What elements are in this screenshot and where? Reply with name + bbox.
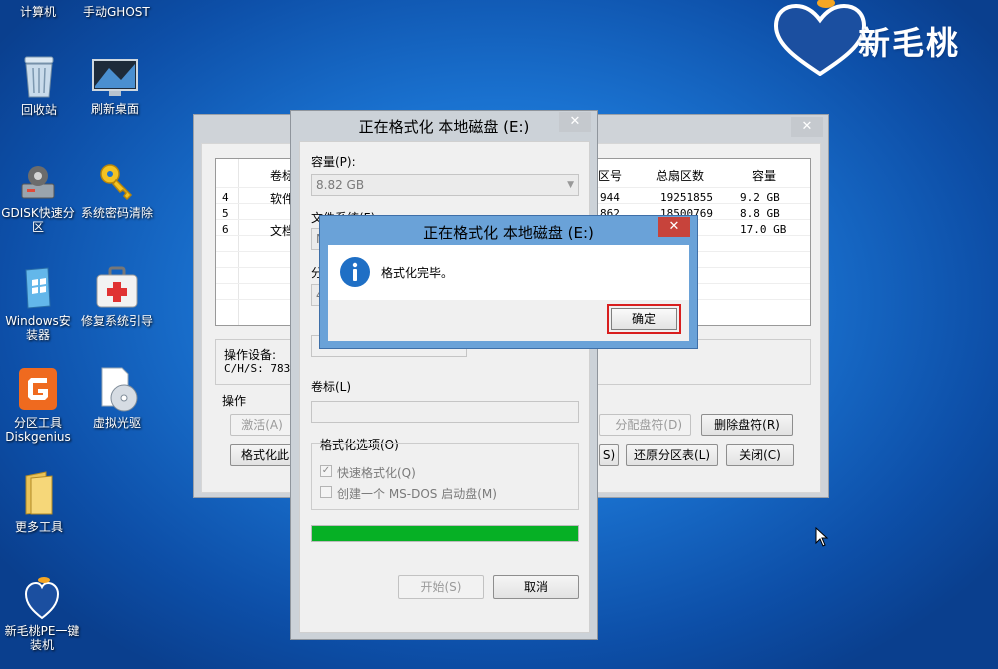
windows-installer-icon — [25, 267, 51, 309]
start-button[interactable]: 开始(S) — [398, 575, 484, 599]
desktop-icon-password-clear[interactable]: 系统密码清除 — [76, 162, 158, 220]
desktop-icon-label: 新毛桃PE一键装机 — [4, 624, 80, 652]
device-label: 操作设备: — [224, 348, 277, 362]
gdisk-icon — [21, 166, 55, 199]
quick-format-checkbox[interactable]: ✓ — [320, 465, 332, 477]
key-icon — [100, 164, 133, 201]
format-dialog-title: 正在格式化 本地磁盘 (E:) — [358, 118, 530, 136]
mouse-cursor-icon — [815, 527, 829, 547]
restore-partition-table-button[interactable]: 还原分区表(L) — [626, 444, 718, 466]
delete-letter-button[interactable]: 删除盘符(R) — [701, 414, 793, 436]
desktop-icon-virtual-drive[interactable]: 虚拟光驱 — [76, 366, 158, 430]
row-number: 6 — [222, 223, 229, 236]
brand-name: 新毛桃 — [858, 24, 961, 62]
close-button[interactable]: 关闭(C) — [726, 444, 794, 466]
chevron-down-icon: ▼ — [567, 180, 574, 190]
virtual-disc-icon — [101, 367, 138, 412]
operations-label: 操作 — [222, 394, 247, 408]
desktop-icon-refresh-desktop[interactable]: 刷新桌面 — [76, 58, 154, 116]
chs-text: C/H/S: 7832 — [224, 362, 297, 375]
desktop-icon-label: Windows安装器 — [5, 314, 71, 342]
capacity-label: 容量(P): — [311, 155, 356, 169]
column-header-sector: 区号 — [598, 169, 623, 183]
assign-letter-button[interactable]: 分配盘符(D) — [599, 414, 691, 436]
desktop-icon-label: 回收站 — [20, 103, 57, 117]
cancel-button[interactable]: 取消 — [493, 575, 579, 599]
message-box-title: 正在格式化 本地磁盘 (E:) — [423, 224, 594, 242]
message-text: 格式化完毕。 — [381, 266, 454, 280]
msdos-checkbox[interactable] — [320, 486, 332, 498]
desktop-icon-label: 虚拟光驱 — [92, 416, 141, 430]
message-area: 格式化完毕。 — [328, 245, 689, 300]
desktop-icon-label: 分区工具Diskgenius — [5, 416, 71, 444]
partition-window-close-button[interactable]: ✕ — [791, 117, 823, 137]
format-progress-bar — [311, 525, 579, 542]
desktop-icon-label: 修复系统引导 — [80, 314, 153, 328]
row-size: 17.0 GB — [740, 223, 787, 236]
desktop-icon-more-tools[interactable]: 更多工具 — [0, 470, 78, 534]
row-size: 9.2 GB — [740, 191, 780, 204]
desktop-icon-label: 系统密码清除 — [80, 206, 153, 220]
row-sector: 944 — [600, 191, 620, 204]
ok-button[interactable]: 确定 — [611, 308, 677, 330]
desktop-icon-label: 刷新桌面 — [90, 102, 139, 116]
capacity-select[interactable]: 8.82 GB ▼ — [311, 174, 579, 196]
peach-logo-icon — [24, 577, 60, 620]
msdos-label: 创建一个 MS-DOS 启动盘(M) — [337, 487, 497, 501]
row-number: 4 — [222, 191, 229, 204]
quick-format-label: 快速格式化(Q) — [337, 466, 416, 480]
capacity-value: 8.82 GB — [316, 178, 365, 192]
monitor-refresh-icon — [92, 59, 138, 96]
format-dialog: 正在格式化 本地磁盘 (E:) ✕ 容量(P): 8.82 GB ▼ 文件系统(… — [290, 110, 598, 640]
column-header-size: 容量 — [752, 169, 777, 183]
desktop-icon-label: GDISK快速分区 — [1, 206, 75, 234]
row-total: 19251855 — [660, 191, 713, 204]
format-options-group: ✓ 快速格式化(Q) 创建一个 MS-DOS 启动盘(M) — [311, 443, 579, 510]
message-box-body: 格式化完毕。 确定 — [328, 245, 689, 341]
desktop-icon-windows-installer[interactable]: Windows安装器 — [0, 266, 76, 342]
volume-label: 卷标(L) — [311, 380, 352, 394]
row-number: 5 — [222, 207, 229, 220]
message-box-close-button[interactable]: ✕ — [658, 217, 690, 237]
recycle-bin-icon — [24, 56, 54, 98]
format-dialog-close-button[interactable]: ✕ — [559, 112, 591, 132]
desktop-icon-recycle-bin[interactable]: 回收站 — [0, 55, 78, 117]
format-complete-message-box: 正在格式化 本地磁盘 (E:) ✕ 格式化完毕。 确定 — [319, 215, 698, 349]
progress-fill — [312, 526, 578, 541]
partial-button[interactable]: S) — [599, 444, 619, 466]
column-header-total-sectors: 总扇区数 — [656, 169, 705, 183]
desktop-icon-gdisk[interactable]: GDISK快速分区 — [0, 162, 76, 234]
desktop-icon-repair-boot[interactable]: 修复系统引导 — [76, 266, 158, 328]
row-size: 8.8 GB — [740, 207, 780, 220]
desktop-label-manual-ghost[interactable]: 手动GHOST — [83, 3, 150, 20]
info-icon — [340, 257, 370, 287]
first-aid-kit-icon — [96, 266, 138, 308]
activate-button[interactable]: 激活(A) — [230, 414, 294, 436]
folder-icon — [25, 471, 53, 515]
diskgenius-icon — [19, 368, 57, 410]
desktop-icon-onekey-install[interactable]: 新毛桃PE一键装机 — [0, 576, 84, 652]
desktop-icon-label: 更多工具 — [14, 520, 63, 534]
volume-label-input[interactable] — [311, 401, 579, 423]
desktop-icon-diskgenius[interactable]: 分区工具Diskgenius — [0, 366, 76, 444]
desktop-label-computer[interactable]: 计算机 — [20, 3, 56, 20]
